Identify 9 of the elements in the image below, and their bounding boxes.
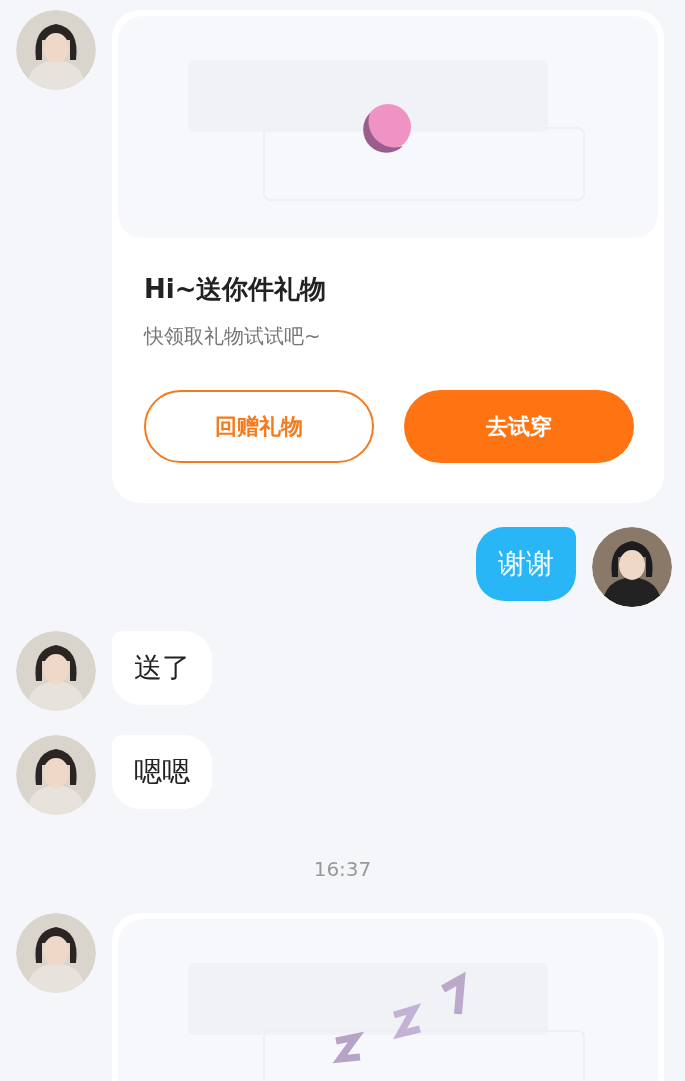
card-subtitle: 快领取礼物试试吧~	[144, 323, 322, 350]
message-bubble: 嗯嗯	[112, 735, 212, 809]
try-on-button[interactable]: 去试穿	[404, 390, 634, 463]
gift-card[interactable]: Hi~送你件礼物 快领取礼物试试吧~ 回赠礼物 去试穿	[112, 10, 664, 503]
return-gift-button[interactable]: 回赠礼物	[144, 390, 374, 463]
message-bubble: 送了	[112, 631, 212, 705]
card-title: Hi~送你件礼物	[144, 273, 328, 306]
message-bubble: 谢谢	[476, 527, 576, 601]
timestamp: 16:37	[313, 857, 372, 881]
